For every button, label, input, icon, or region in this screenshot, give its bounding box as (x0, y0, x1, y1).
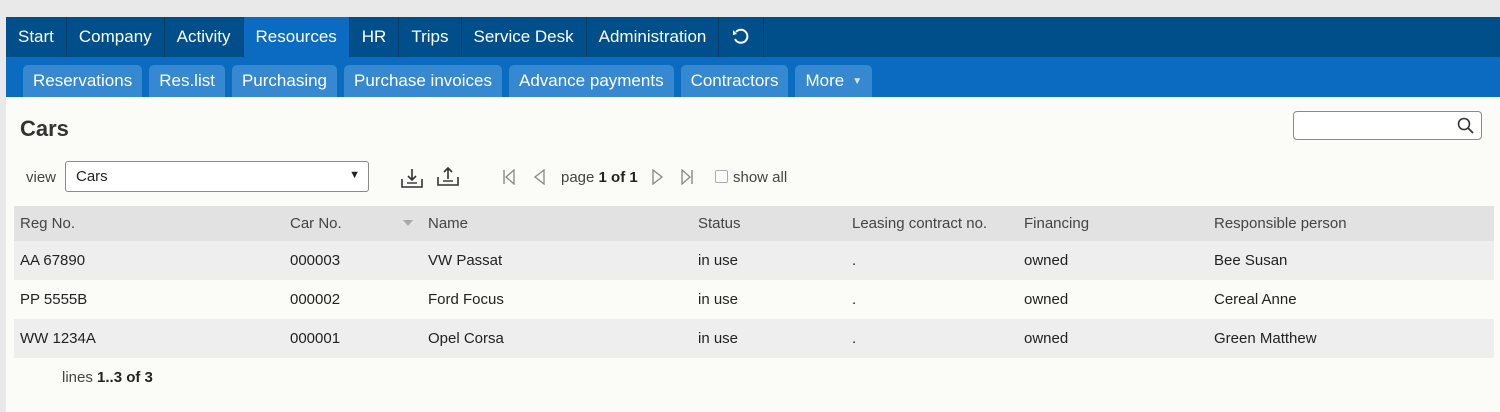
table-row[interactable]: PP 5555B 000002 Ford Focus in use . owne… (14, 280, 1494, 319)
tab-purchase-invoices[interactable]: Purchase invoices (344, 65, 502, 97)
cell-reg-no: AA 67890 (20, 252, 86, 269)
search-icon (1457, 117, 1474, 134)
column-header-car-no[interactable]: Car No. (290, 206, 342, 241)
search-input[interactable] (1293, 111, 1482, 140)
nav-resources-label: Resources (255, 27, 337, 46)
sub-navigation: Reservations Res.list Purchasing Purchas… (6, 57, 1500, 97)
cell-financing: owned (1024, 291, 1069, 308)
cell-leasing-contract: . (852, 252, 857, 269)
nav-activity-label: Activity (176, 27, 231, 46)
cell-reg-no: WW 1234A (20, 330, 96, 347)
tab-res-list[interactable]: Res.list (149, 65, 225, 97)
tab-more-label: More (805, 71, 845, 90)
last-page-icon[interactable] (680, 169, 694, 185)
lines-counter: lines 1..3 of 3 (62, 369, 153, 386)
tab-advance-payments-label: Advance payments (518, 71, 664, 90)
column-header-financing[interactable]: Financing (1024, 206, 1089, 241)
view-label: view (26, 169, 57, 186)
tab-more[interactable]: More ▼ (795, 65, 873, 97)
tab-purchasing[interactable]: Purchasing (231, 65, 338, 97)
pager-prefix: page (561, 169, 599, 186)
page-title: Cars (20, 116, 69, 141)
nav-trips[interactable]: Trips (399, 17, 462, 57)
cell-name: VW Passat (428, 252, 503, 269)
cell-responsible-person: Cereal Anne (1214, 291, 1297, 308)
show-all-checkbox[interactable] (715, 170, 728, 183)
prev-page-icon[interactable] (532, 169, 546, 185)
column-header-status[interactable]: Status (698, 206, 741, 241)
cell-responsible-person: Bee Susan (1214, 252, 1288, 269)
cell-car-no: 000002 (290, 291, 341, 308)
show-all-label: show all (733, 169, 788, 186)
refresh-icon (733, 28, 749, 44)
tab-contractors-label: Contractors (690, 71, 779, 90)
column-header-leasing-contract[interactable]: Leasing contract no. (852, 206, 987, 241)
cell-financing: owned (1024, 252, 1069, 269)
refresh-button[interactable] (719, 17, 765, 57)
tab-reservations[interactable]: Reservations (23, 65, 143, 97)
nav-start[interactable]: Start (6, 17, 67, 57)
sort-desc-icon[interactable] (403, 220, 413, 226)
nav-company[interactable]: Company (67, 17, 165, 57)
cell-name: Ford Focus (428, 291, 504, 308)
lines-prefix: lines (62, 369, 98, 386)
tab-res-list-label: Res.list (159, 71, 215, 90)
cell-status: in use (698, 330, 739, 347)
column-header-responsible-person[interactable]: Responsible person (1214, 206, 1347, 241)
main-navigation: Start Company Activity Resources HR Trip… (6, 17, 1500, 57)
nav-trips-label: Trips (411, 27, 449, 46)
first-page-icon[interactable] (502, 169, 516, 185)
caret-down-icon: ▼ (852, 75, 863, 87)
cars-table: Reg No. Car No. Name Status Leasing cont… (14, 206, 1494, 358)
nav-administration-label: Administration (598, 27, 707, 46)
table-row[interactable]: AA 67890 000003 VW Passat in use . owned… (14, 241, 1494, 280)
table-row[interactable]: WW 1234A 000001 Opel Corsa in use . owne… (14, 319, 1494, 358)
nav-administration[interactable]: Administration (587, 17, 720, 57)
view-select-value: Cars (76, 168, 108, 185)
cell-car-no: 000001 (290, 330, 341, 347)
nav-start-label: Start (18, 27, 54, 46)
column-header-name[interactable]: Name (428, 206, 468, 241)
pager-value: 1 of 1 (598, 169, 638, 186)
cell-financing: owned (1024, 330, 1069, 347)
nav-service-desk-label: Service Desk (473, 27, 574, 46)
column-header-reg-no[interactable]: Reg No. (20, 206, 75, 241)
tab-purchase-invoices-label: Purchase invoices (354, 71, 492, 90)
upload-tray-icon[interactable] (436, 165, 460, 187)
view-select[interactable]: Cars ▼ (65, 161, 369, 192)
list-toolbar: view Cars ▼ page 1 of 1 show all (20, 161, 920, 193)
select-arrow-icon: ▼ (349, 169, 360, 181)
nav-resources[interactable]: Resources (243, 17, 350, 57)
lines-range: 1..3 of 3 (97, 369, 153, 386)
tab-reservations-label: Reservations (33, 71, 133, 90)
cell-leasing-contract: . (852, 330, 857, 347)
pager-status: page 1 of 1 (561, 169, 638, 186)
table-header-row: Reg No. Car No. Name Status Leasing cont… (14, 206, 1494, 241)
nav-company-label: Company (78, 27, 152, 46)
cell-name: Opel Corsa (428, 330, 504, 347)
cell-car-no: 000003 (290, 252, 341, 269)
tab-contractors[interactable]: Contractors (680, 65, 789, 97)
tab-purchasing-label: Purchasing (241, 71, 328, 90)
cell-status: in use (698, 291, 739, 308)
next-page-icon[interactable] (651, 169, 665, 185)
cell-responsible-person: Green Matthew (1214, 330, 1317, 347)
nav-hr[interactable]: HR (350, 17, 400, 57)
nav-hr-label: HR (361, 27, 387, 46)
nav-service-desk[interactable]: Service Desk (462, 17, 587, 57)
cell-status: in use (698, 252, 739, 269)
download-tray-icon[interactable] (400, 167, 424, 189)
cell-reg-no: PP 5555B (20, 291, 88, 308)
tab-advance-payments[interactable]: Advance payments (508, 65, 674, 97)
cell-leasing-contract: . (852, 291, 857, 308)
nav-activity[interactable]: Activity (165, 17, 244, 57)
